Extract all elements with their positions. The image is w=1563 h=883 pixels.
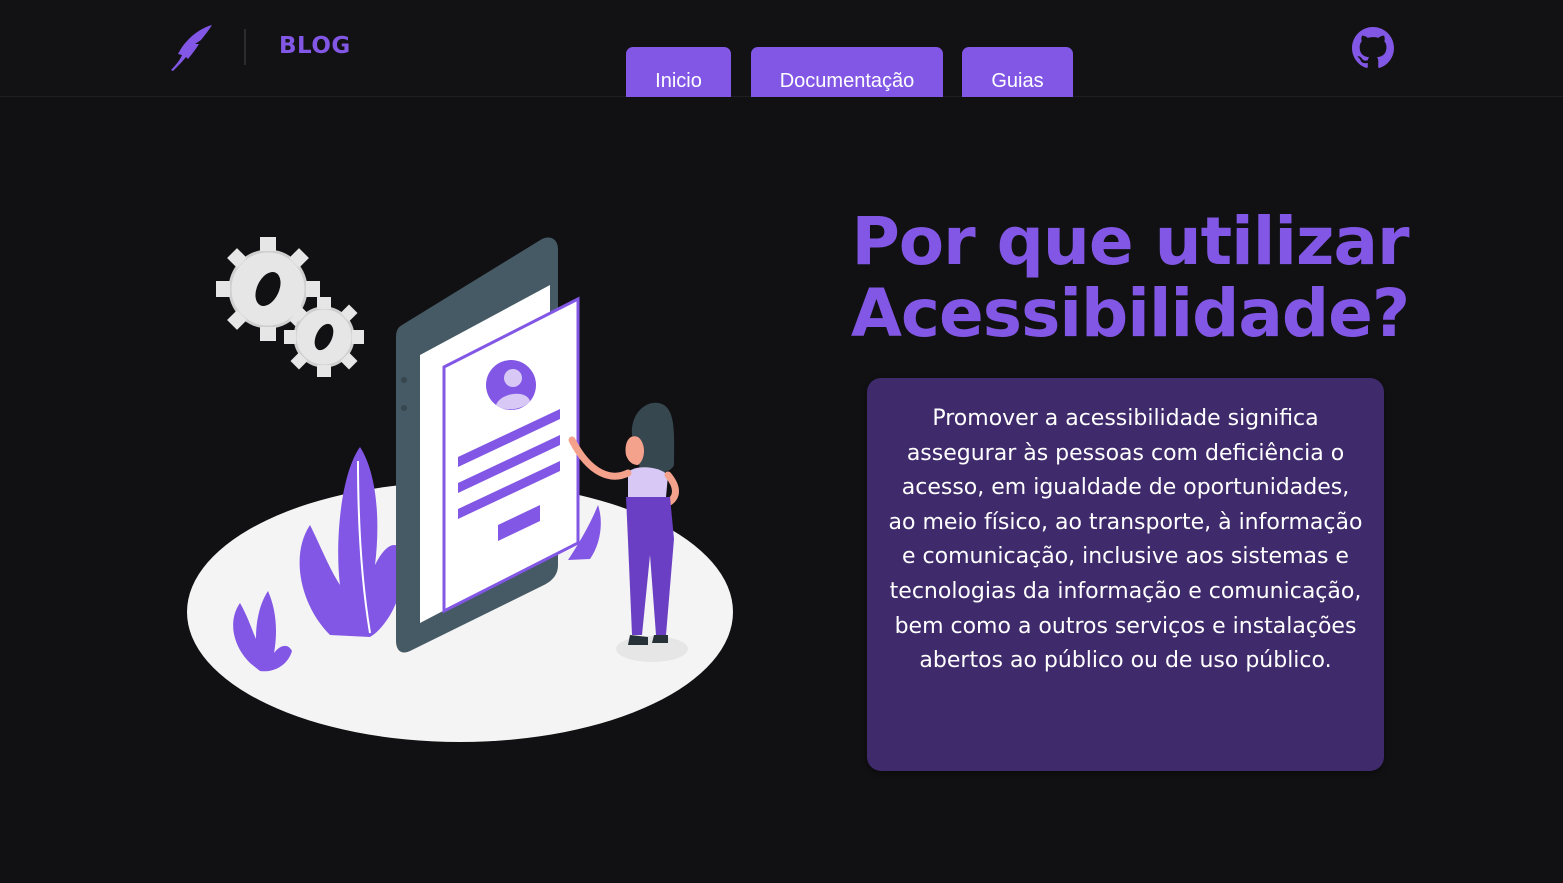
- page-title: Por que utilizar Acessibilidade?: [850, 203, 1410, 352]
- github-icon[interactable]: [1352, 27, 1394, 69]
- brand-title[interactable]: BLOG: [279, 33, 351, 59]
- nav-tab-documentacao[interactable]: Documentação: [751, 47, 943, 97]
- info-card: Promover a acessibilidade significa asse…: [867, 378, 1384, 771]
- accessibility-illustration: [187, 237, 733, 742]
- nav-tab-guias[interactable]: Guias: [962, 47, 1073, 97]
- quill-pen-icon[interactable]: [168, 22, 214, 72]
- top-header: BLOG Inicio Documentação Guias: [0, 0, 1563, 97]
- gear-small-icon: [284, 297, 364, 377]
- logo-divider: [244, 29, 246, 65]
- info-card-text: Promover a acessibilidade significa asse…: [888, 406, 1363, 674]
- nav-tab-inicio[interactable]: Inicio: [626, 47, 731, 97]
